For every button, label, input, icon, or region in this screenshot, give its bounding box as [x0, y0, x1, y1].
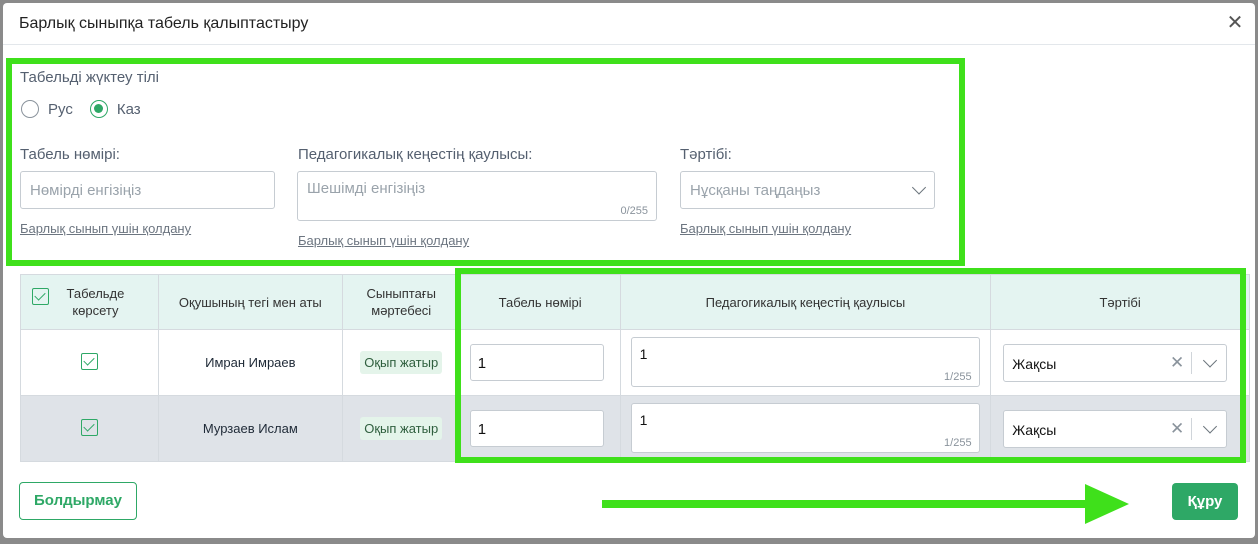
dialog: Барлық сыныпқа табель қалыптастыру ✕ Таб… [3, 3, 1255, 538]
row-conduct-value: Жақсы [1012, 422, 1057, 438]
row-conduct-select[interactable]: Жақсы ✕ [1003, 410, 1228, 448]
status-badge: Оқып жатыр [360, 417, 443, 440]
row-number-input[interactable]: 1 [469, 344, 604, 381]
decision-placeholder: Шешімді енгізіңіз [307, 180, 426, 197]
table-row: Имран Имраев Оқып жатыр 1 1 1/255 Жақсы … [20, 329, 1250, 396]
conduct-cell: Жақсы ✕ [990, 329, 1250, 396]
status-cell: Оқып жатыр [341, 329, 461, 396]
close-icon[interactable]: ✕ [1225, 13, 1245, 33]
select-separator [1191, 418, 1193, 440]
row-number-input[interactable]: 1 [469, 410, 604, 447]
chevron-down-icon[interactable] [1203, 353, 1218, 368]
conduct-placeholder: Нұсқаны таңдаңыз [690, 182, 821, 199]
number-apply-all-link[interactable]: Барлық сынып үшін қолдану [20, 221, 191, 236]
chevron-down-icon [911, 180, 927, 195]
decision-cell: 1 1/255 [619, 329, 992, 396]
language-radio-group: Рус Каз [21, 98, 158, 120]
col-status: Сыныптағы мәртебесі [341, 274, 461, 330]
conduct-apply-all-link[interactable]: Барлық сынып үшін қолдану [680, 221, 851, 236]
number-label: Табель нөмірі: [20, 146, 120, 163]
row-conduct-value: Жақсы [1012, 356, 1057, 372]
select-separator [1191, 352, 1193, 374]
chevron-down-icon[interactable] [1203, 419, 1218, 434]
create-button[interactable]: Құру [1172, 483, 1238, 520]
col-name: Оқушының тегі мен аты [157, 274, 343, 330]
row-conduct-select[interactable]: Жақсы ✕ [1003, 344, 1228, 382]
decision-counter: 0/255 [620, 205, 648, 217]
row-decision-value: 1 [639, 346, 648, 362]
row-show-cell [20, 395, 159, 462]
status-badge: Оқып жатыр [360, 351, 443, 374]
clear-icon[interactable]: ✕ [1170, 353, 1184, 373]
students-table: Табельде көрсету Оқушының тегі мен аты С… [20, 274, 1250, 462]
row-decision-textarea[interactable]: 1 1/255 [630, 337, 980, 387]
row-show-checkbox[interactable] [80, 418, 98, 436]
conduct-cell: Жақсы ✕ [990, 395, 1250, 462]
decision-label: Педагогикалық кеңестің қаулысы: [298, 146, 533, 163]
radio-rus-label[interactable]: Рус [48, 101, 73, 118]
annotation-arrow-head [1085, 484, 1129, 524]
row-show-cell [20, 329, 159, 396]
dialog-header: Барлық сыныпқа табель қалыптастыру ✕ [3, 3, 1255, 45]
decision-textarea[interactable]: Шешімді енгізіңіз 0/255 [297, 171, 657, 221]
status-cell: Оқып жатыр [341, 395, 461, 462]
cancel-button[interactable]: Болдырмау [19, 482, 137, 520]
row-show-checkbox[interactable] [80, 352, 98, 370]
conduct-select[interactable]: Нұсқаны таңдаңыз [680, 171, 935, 209]
conduct-label: Тәртібі: [680, 146, 732, 163]
radio-kaz[interactable] [89, 100, 108, 118]
decision-cell: 1 1/255 [619, 395, 992, 462]
number-cell: 1 [459, 329, 621, 396]
col-number: Табель нөмірі [459, 274, 621, 330]
row-decision-textarea[interactable]: 1 1/255 [630, 403, 980, 453]
student-name: Имран Имраев [157, 329, 343, 396]
select-all-checkbox[interactable] [32, 288, 49, 305]
table-row: Мурзаев Ислам Оқып жатыр 1 1 1/255 Жақсы… [20, 395, 1250, 462]
row-decision-counter: 1/255 [944, 437, 972, 449]
dialog-title: Барлық сыныпқа табель қалыптастыру [19, 15, 309, 32]
col-status-label: Сыныптағы мәртебесі [366, 286, 436, 318]
clear-icon[interactable]: ✕ [1170, 419, 1184, 439]
col-conduct: Тәртібі [990, 274, 1250, 330]
col-decision: Педагогикалық кеңестің қаулысы [619, 274, 992, 330]
col-show: Табельде көрсету [20, 274, 159, 330]
number-cell: 1 [459, 395, 621, 462]
radio-kaz-label[interactable]: Каз [117, 101, 141, 118]
language-label: Табельді жүктеу тілі [20, 69, 160, 86]
table-header-row: Табельде көрсету Оқушының тегі мен аты С… [20, 274, 1250, 330]
number-input[interactable]: Нөмірді енгізіңіз [20, 171, 275, 209]
annotation-arrow-shaft [602, 500, 1092, 508]
row-decision-counter: 1/255 [944, 371, 972, 383]
student-name: Мурзаев Ислам [157, 395, 343, 462]
row-decision-value: 1 [639, 412, 648, 428]
decision-apply-all-link[interactable]: Барлық сынып үшін қолдану [298, 233, 469, 248]
radio-rus[interactable] [21, 100, 39, 118]
col-show-label: Табельде көрсету [66, 286, 125, 318]
